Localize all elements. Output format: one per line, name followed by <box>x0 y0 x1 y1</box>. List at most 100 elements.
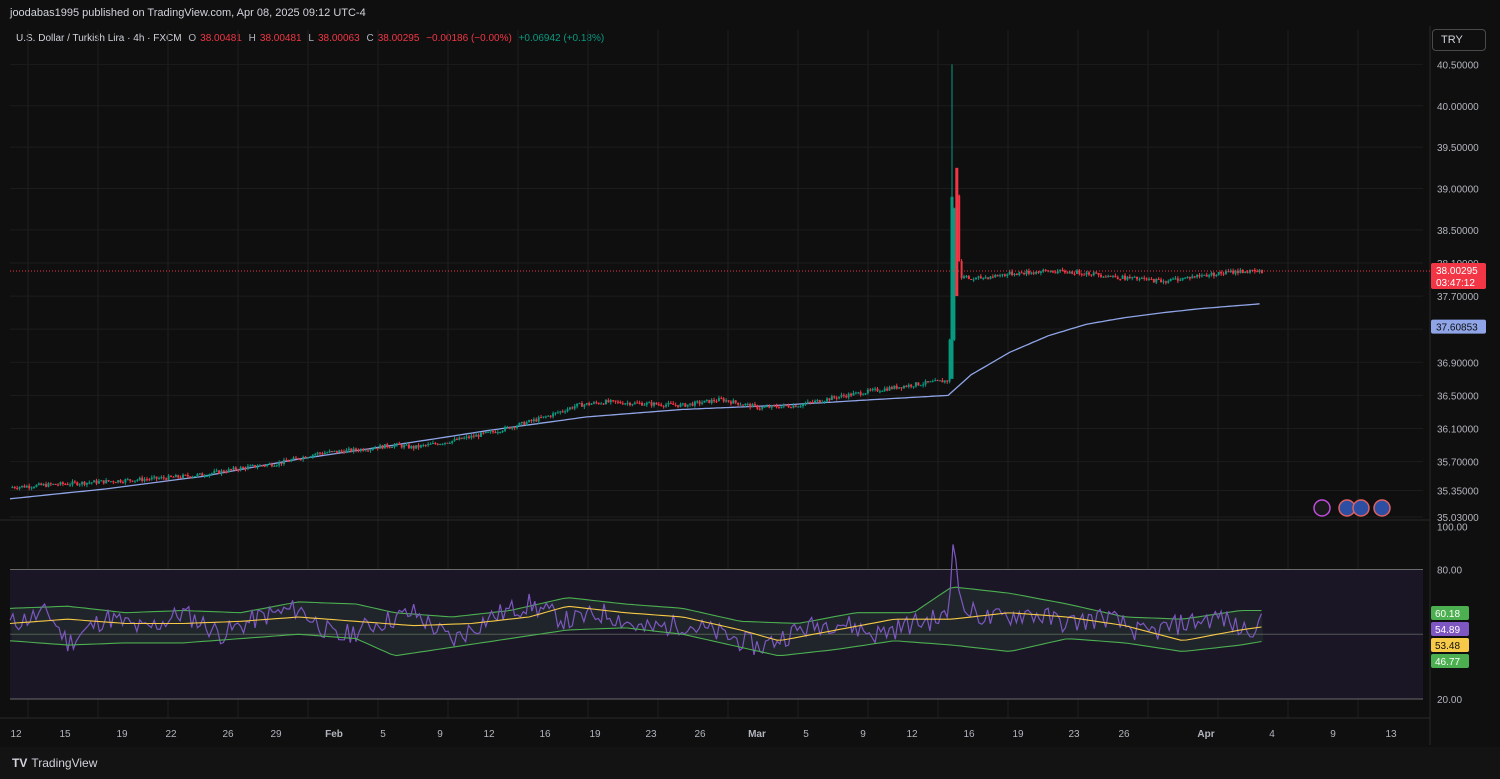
time-tick-label: 26 <box>1118 729 1130 740</box>
candle-body <box>93 480 96 483</box>
candle-body <box>157 478 160 480</box>
candle-body <box>371 448 374 450</box>
candle-body <box>768 406 771 408</box>
candle-body <box>905 385 908 387</box>
price-chart[interactable]: 40.50000 40.00000 39.50000 39.00000 38.50000… <box>0 0 1500 747</box>
candle-body <box>362 448 365 451</box>
candle-body <box>850 393 853 396</box>
candle-body <box>266 464 269 466</box>
time-tick-label: 12 <box>10 729 22 740</box>
candle-body <box>1075 270 1078 274</box>
candle-body <box>412 445 415 449</box>
candle-body <box>472 435 475 437</box>
candle-body <box>410 445 413 449</box>
candle-body <box>912 386 915 388</box>
candle-body <box>1083 274 1086 276</box>
candle-body <box>845 395 848 398</box>
candle-body <box>97 481 100 484</box>
candle-body <box>917 382 920 386</box>
candle-body <box>467 436 470 438</box>
candle-body <box>42 484 45 486</box>
candle-body <box>520 421 523 423</box>
candle-body <box>547 415 550 417</box>
candle-body <box>847 393 850 398</box>
candle-body <box>590 403 593 405</box>
candle-body <box>242 467 245 469</box>
tradingview-logo[interactable]: TV TradingView <box>12 756 97 770</box>
candle-body <box>878 391 881 393</box>
time-tick-label: Mar <box>748 729 766 740</box>
candle-body <box>227 469 230 473</box>
candle-body <box>1068 271 1071 274</box>
candle-body <box>672 403 675 405</box>
candle-body <box>338 450 341 453</box>
candle-body <box>1157 279 1160 281</box>
candle-body <box>1006 274 1009 276</box>
candle-body <box>530 420 533 422</box>
candle-body <box>1150 278 1153 280</box>
candle-body <box>311 454 314 457</box>
candle-body <box>201 473 204 476</box>
time-tick-label: 16 <box>539 729 551 740</box>
candle-body <box>669 402 672 404</box>
candle-body <box>571 407 574 409</box>
candle-body <box>213 471 216 474</box>
candle-body <box>1056 271 1059 274</box>
candle-body <box>49 483 52 485</box>
candle-body <box>854 392 857 394</box>
candle-body <box>681 403 684 405</box>
candle-body <box>982 278 985 280</box>
candle-body <box>309 456 312 458</box>
candle-body <box>203 475 206 477</box>
candle-body <box>321 453 324 455</box>
candle-body <box>249 465 252 467</box>
candle-body <box>347 448 350 450</box>
candle-body <box>890 387 893 389</box>
candle-body <box>691 403 694 406</box>
candle-body <box>165 478 168 480</box>
candle-body <box>61 482 64 485</box>
candle-body <box>376 447 379 449</box>
candle-body <box>431 442 434 444</box>
price-tick-label: 36.50000 <box>1437 391 1479 402</box>
candle-body <box>965 275 968 277</box>
candle-body <box>532 419 535 422</box>
candle-body <box>773 405 776 407</box>
candle-body <box>946 380 949 382</box>
candle-body <box>739 404 742 406</box>
candle-body <box>73 481 76 483</box>
candle-body <box>1174 278 1177 280</box>
candle-body <box>492 431 495 433</box>
candle-body <box>306 457 309 459</box>
candle-body <box>583 404 586 407</box>
candle-body <box>1186 276 1189 278</box>
time-tick-label: 26 <box>694 729 706 740</box>
candle-body <box>542 416 545 418</box>
candle-body <box>753 404 756 406</box>
candle-body <box>780 406 783 409</box>
time-tick-label: Apr <box>1197 729 1214 740</box>
candle-body <box>881 390 884 392</box>
candle-body <box>833 396 836 398</box>
candle-body <box>1015 273 1018 275</box>
candle-body <box>405 444 408 446</box>
candle-body <box>1119 278 1122 280</box>
candle-body <box>705 399 708 401</box>
candle-body <box>83 481 86 485</box>
candle-body <box>1140 277 1143 279</box>
candle-body <box>1073 273 1076 275</box>
candle-body <box>141 477 144 481</box>
candle-body <box>674 404 677 406</box>
candle-body <box>595 402 598 404</box>
price-tick-label: 36.10000 <box>1437 424 1479 435</box>
candle-body <box>984 277 987 279</box>
candle-body <box>484 431 487 433</box>
candle-body <box>1184 277 1187 279</box>
candle-body <box>1145 278 1148 280</box>
candle-body <box>511 426 514 429</box>
candle-body <box>1196 274 1199 278</box>
candle-body <box>448 442 451 444</box>
candle-body <box>756 405 759 409</box>
time-tick-label: Feb <box>325 729 343 740</box>
candle-body <box>81 481 84 485</box>
